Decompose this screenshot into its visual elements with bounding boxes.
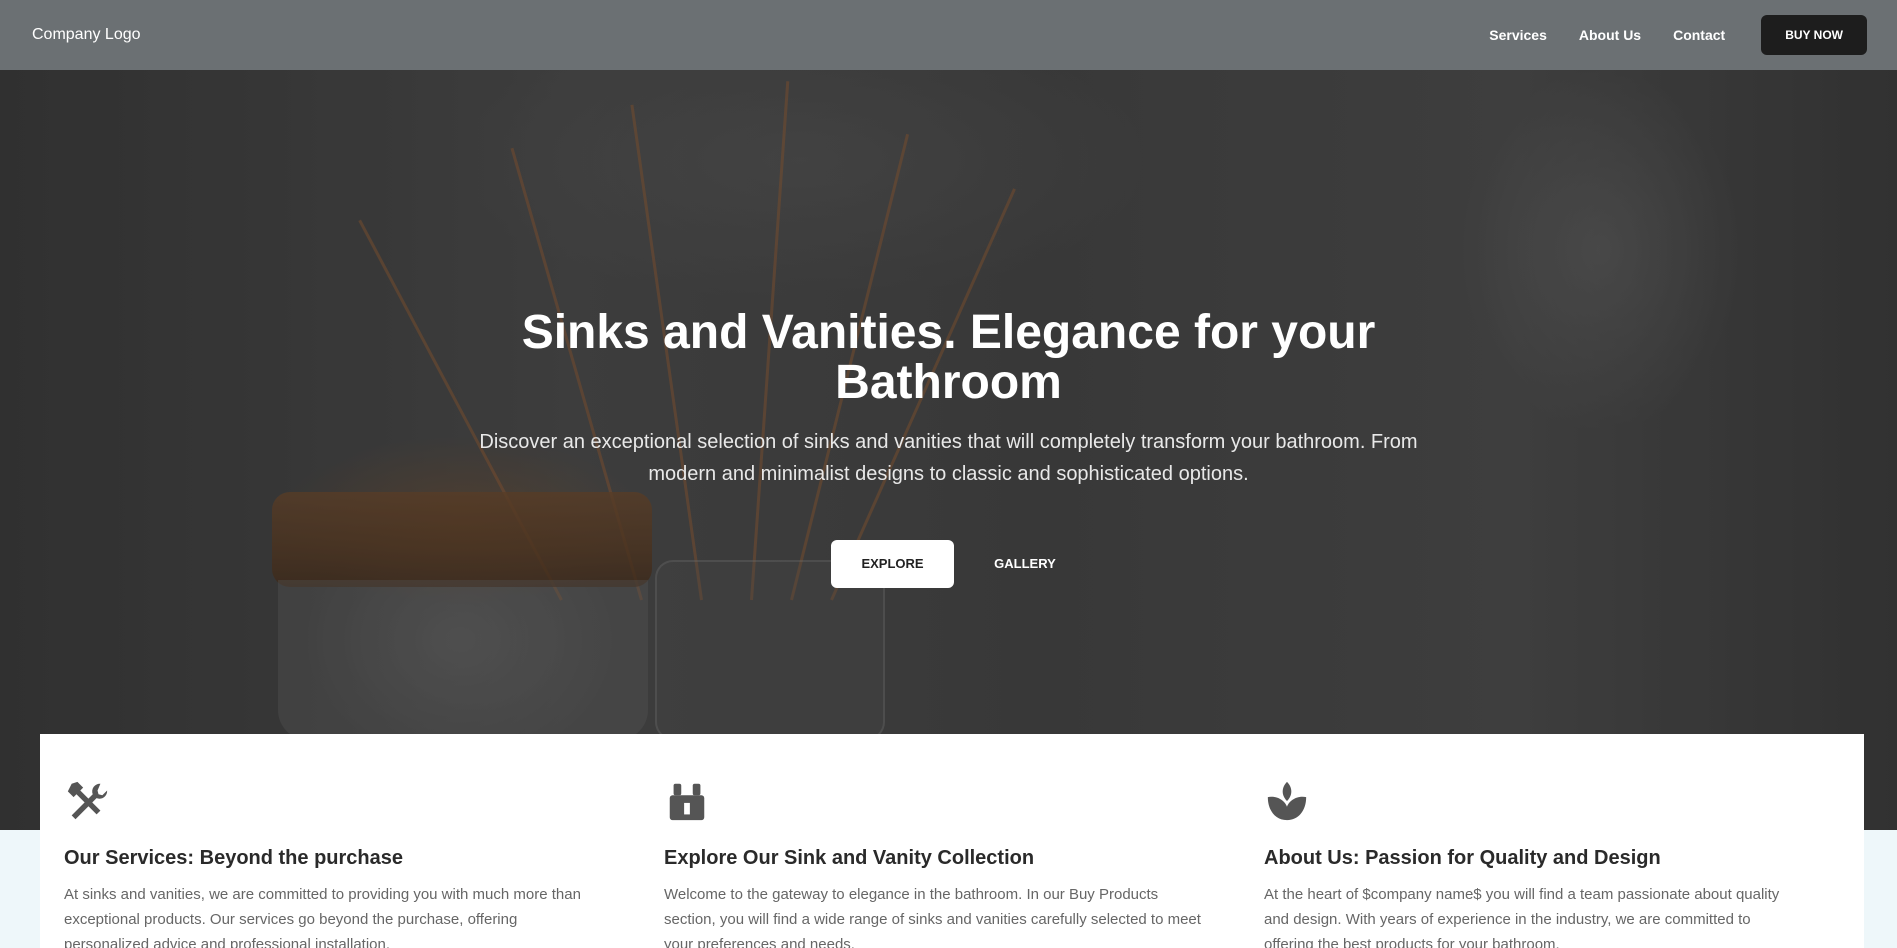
about-card-text: At the heart of $company name$ you will … <box>1264 886 1780 948</box>
nav-link-about-us[interactable]: About Us <box>1579 27 1641 43</box>
hero-buttons: EXPLORE GALLERY <box>0 540 1897 588</box>
nav-link-contact[interactable]: Contact <box>1673 27 1725 43</box>
nav-menu: Services About Us Contact BUY NOW <box>1457 15 1867 55</box>
gift-box-icon <box>669 783 705 821</box>
buy-now-button[interactable]: BUY NOW <box>1761 15 1867 55</box>
hero-content: Sinks and Vanities. Elegance for your Ba… <box>0 308 1897 588</box>
tools-icon <box>67 781 108 820</box>
navbar: Company Logo Services About Us Contact B… <box>0 0 1897 70</box>
hero-subtitle: Discover an exceptional selection of sin… <box>479 431 1418 485</box>
collection-card: Explore Our Sink and Vanity Collection W… <box>664 778 1264 948</box>
collection-card-title: Explore Our Sink and Vanity Collection <box>664 847 1035 869</box>
about-card-title: About Us: Passion for Quality and Design <box>1264 847 1661 869</box>
collection-card-text: Welcome to the gateway to elegance in th… <box>664 886 1201 948</box>
hero-title: Sinks and Vanities. Elegance for your Ba… <box>521 306 1376 409</box>
features-panel: Our Services: Beyond the purchase At sin… <box>40 734 1864 948</box>
services-card-title: Our Services: Beyond the purchase <box>64 847 404 869</box>
about-card: About Us: Passion for Quality and Design… <box>1264 778 1864 948</box>
services-card-text: At sinks and vanities, we are committed … <box>64 886 581 948</box>
gallery-button[interactable]: GALLERY <box>970 540 1080 588</box>
company-logo[interactable]: Company Logo <box>32 26 141 44</box>
lotus-icon <box>1267 781 1307 821</box>
services-card: Our Services: Beyond the purchase At sin… <box>64 778 664 948</box>
nav-link-services[interactable]: Services <box>1489 27 1547 43</box>
explore-button[interactable]: EXPLORE <box>831 540 954 588</box>
